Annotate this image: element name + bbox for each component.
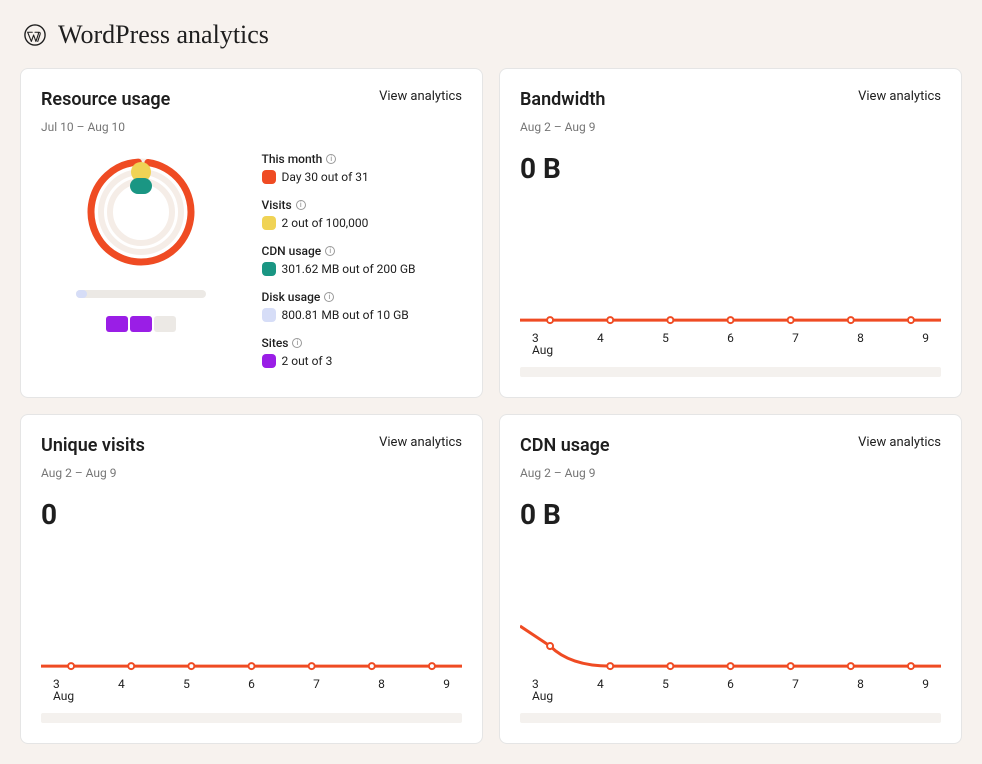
date-range: Jul 10 – Aug 10	[41, 120, 462, 134]
chart-range-slider[interactable]	[520, 367, 941, 377]
card-unique-visits: Unique visits View analytics Aug 2 – Aug…	[20, 414, 483, 744]
legend-visits: Visits i 2 out of 100,000	[262, 198, 463, 230]
card-title: Resource usage	[41, 89, 170, 110]
legend-this-month: This month i Day 30 out of 31	[262, 152, 463, 184]
legend-sites: Sites i 2 out of 3	[262, 336, 463, 368]
card-title: Bandwidth	[520, 89, 605, 110]
legend-label-text: CDN usage	[262, 244, 322, 258]
page-header: WordPress analytics	[24, 20, 962, 50]
date-range: Aug 2 – Aug 9	[41, 466, 462, 480]
info-icon[interactable]: i	[325, 246, 335, 256]
card-title: CDN usage	[520, 435, 610, 456]
card-bandwidth: Bandwidth View analytics Aug 2 – Aug 9 0…	[499, 68, 962, 398]
metric-big-value: 0	[41, 498, 462, 531]
swatch-icon	[262, 216, 276, 230]
swatch-icon	[262, 170, 276, 184]
cdn-chart: 345 678 9 Aug	[520, 621, 941, 723]
info-icon[interactable]: i	[326, 154, 336, 164]
legend-value: 2 out of 3	[282, 354, 333, 368]
metric-big-value: 0 B	[520, 498, 941, 531]
x-axis-month: Aug	[520, 343, 941, 357]
chart-range-slider[interactable]	[41, 713, 462, 723]
wordpress-logo-icon	[24, 24, 46, 46]
legend-cdn: CDN usage i 301.62 MB out of 200 GB	[262, 244, 463, 276]
card-resource-usage: Resource usage View analytics Jul 10 – A…	[20, 68, 483, 398]
card-cdn-usage: CDN usage View analytics Aug 2 – Aug 9 0…	[499, 414, 962, 744]
legend-label-text: This month	[262, 152, 323, 166]
info-icon[interactable]: i	[324, 292, 334, 302]
date-range: Aug 2 – Aug 9	[520, 466, 941, 480]
x-axis-month: Aug	[520, 689, 941, 703]
view-analytics-link[interactable]: View analytics	[858, 435, 941, 450]
info-icon[interactable]: i	[292, 338, 302, 348]
legend-label-text: Visits	[262, 198, 292, 212]
legend-label-text: Sites	[262, 336, 289, 350]
swatch-icon	[262, 262, 276, 276]
card-title: Unique visits	[41, 435, 145, 456]
view-analytics-link[interactable]: View analytics	[379, 89, 462, 104]
bandwidth-chart: 345 678 9 Aug	[520, 275, 941, 377]
date-range: Aug 2 – Aug 9	[520, 120, 941, 134]
swatch-icon	[262, 308, 276, 322]
disk-usage-bar	[76, 290, 206, 298]
legend-label-text: Disk usage	[262, 290, 321, 304]
view-analytics-link[interactable]: View analytics	[858, 89, 941, 104]
sites-usage-bar	[106, 316, 176, 332]
legend-value: 301.62 MB out of 200 GB	[282, 262, 416, 276]
legend-disk: Disk usage i 800.81 MB out of 10 GB	[262, 290, 463, 322]
x-axis-month: Aug	[41, 689, 462, 703]
legend-value: Day 30 out of 31	[282, 170, 369, 184]
page-title: WordPress analytics	[58, 20, 269, 50]
legend-value: 800.81 MB out of 10 GB	[282, 308, 409, 322]
swatch-icon	[262, 354, 276, 368]
metric-big-value: 0 B	[520, 152, 941, 185]
view-analytics-link[interactable]: View analytics	[379, 435, 462, 450]
donut-cdn-marker	[130, 178, 152, 194]
resource-donut-chart	[81, 152, 201, 272]
visits-chart: 345 678 9 Aug	[41, 621, 462, 723]
chart-range-slider[interactable]	[520, 713, 941, 723]
legend-value: 2 out of 100,000	[282, 216, 369, 230]
info-icon[interactable]: i	[296, 200, 306, 210]
